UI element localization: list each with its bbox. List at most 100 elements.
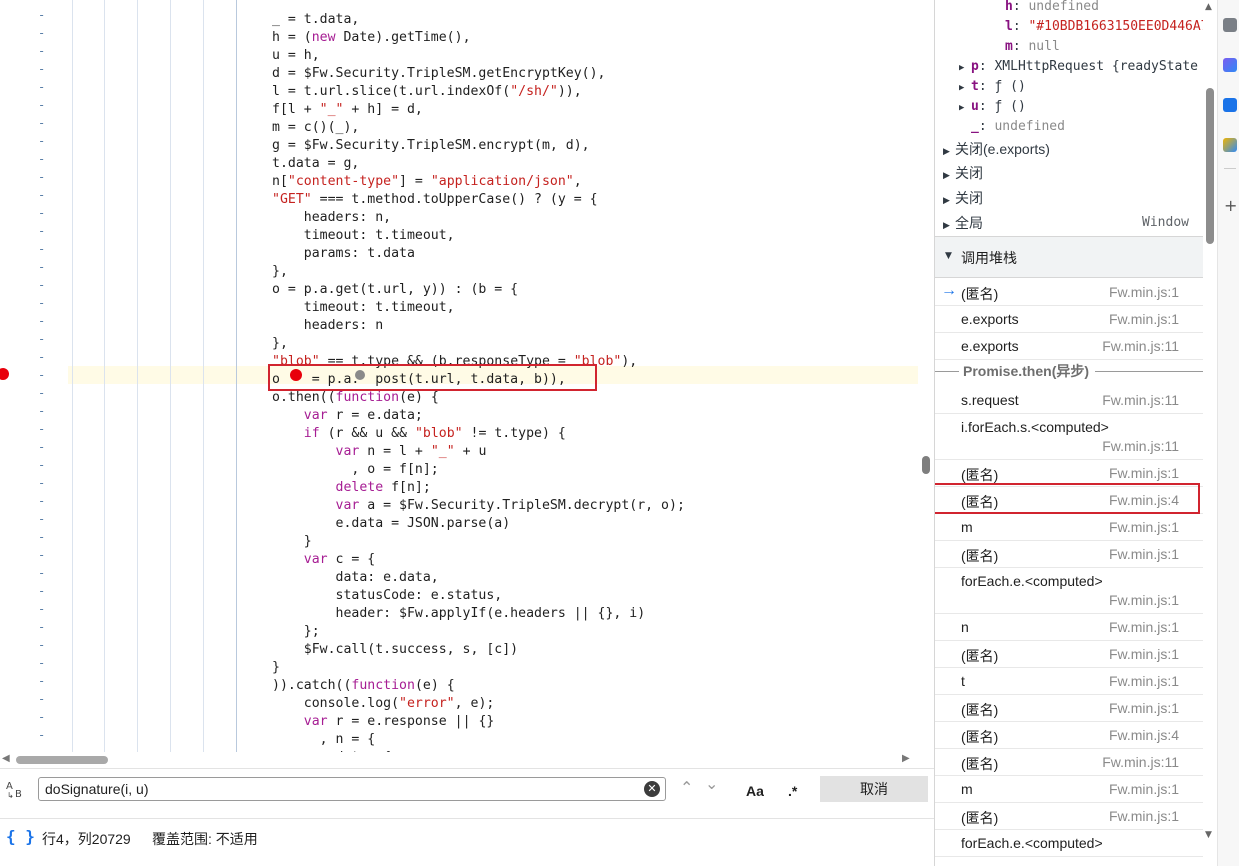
code-line[interactable]: headers: n — [272, 317, 383, 335]
gutter-line-marker[interactable]: - — [38, 188, 45, 202]
gutter-line-marker[interactable]: - — [38, 8, 45, 22]
code-line[interactable]: h = (new Date).getTime(), — [272, 29, 471, 47]
scope-variable-row[interactable]: ▶ u: ƒ () — [959, 97, 1026, 117]
callstack-frame[interactable]: forEach.e.<computed> Fw.min.js:1 — [935, 567, 1203, 614]
expand-triangle-icon[interactable]: ▶ — [959, 98, 971, 118]
scope-variable-row[interactable]: m: null — [1005, 37, 1060, 57]
code-line[interactable]: header: $Fw.applyIf(e.headers || {}, i) — [272, 605, 646, 623]
callstack-frame[interactable]: (匿名) Fw.min.js:1 — [935, 640, 1203, 668]
scope-section[interactable]: ▶ 关闭 — [943, 162, 1195, 184]
code-line[interactable]: }, — [272, 335, 288, 353]
code-line[interactable]: m = c()(_), — [272, 119, 359, 137]
gutter-line-marker[interactable]: - — [38, 44, 45, 58]
gutter-line-marker[interactable]: - — [38, 566, 45, 580]
regex-button[interactable]: .* — [788, 783, 797, 799]
gutter-line-marker[interactable]: - — [38, 692, 45, 706]
scope-variable-row[interactable]: _: undefined — [971, 117, 1065, 137]
code-line[interactable]: params: t.data — [272, 245, 415, 263]
gutter-line-marker[interactable]: - — [38, 710, 45, 724]
code-line[interactable]: } — [272, 659, 280, 677]
code-editor[interactable]: - - - - - - - - - - - - - - - - - - - - - - - - - - - - - - - - - - - - - - - -… — [0, 0, 918, 752]
callstack-frame[interactable]: m Fw.min.js:1 — [935, 775, 1203, 803]
gutter-line-marker[interactable]: - — [38, 134, 45, 148]
scope-variable-row[interactable]: ▶ t: ƒ () — [959, 77, 1026, 97]
callstack-frame[interactable]: forEach.e.<computed> — [935, 829, 1203, 857]
gutter-line-marker[interactable]: - — [38, 728, 45, 742]
code-line[interactable]: )).catch((function(e) { — [272, 677, 455, 695]
code-line[interactable]: headers: n, — [272, 209, 391, 227]
gutter-line-marker[interactable]: - — [38, 170, 45, 184]
scope-section[interactable]: ▶ 全局 Window — [943, 212, 1195, 234]
scroll-right-arrow[interactable]: ▶ — [902, 753, 910, 764]
gutter-line-marker[interactable]: - — [38, 296, 45, 310]
code-line[interactable]: console.log("error", e); — [272, 695, 495, 713]
cancel-button[interactable]: 取消 — [820, 776, 928, 802]
code-line[interactable]: }; — [272, 623, 320, 641]
code-line[interactable]: o = p.a.get(t.url, y)) : (b = { — [272, 281, 518, 299]
add-icon[interactable]: + — [1224, 196, 1237, 215]
callstack-frame[interactable]: → (匿名) Fw.min.js:1 — [935, 278, 1203, 306]
expand-triangle-icon[interactable]: ▶ — [943, 214, 955, 236]
code-line[interactable]: $Fw.call(t.success, s, [c]) — [272, 641, 518, 659]
code-line[interactable]: , n = { — [272, 731, 376, 749]
code-line[interactable]: data: e.data, — [272, 569, 439, 587]
gutter-line-marker[interactable]: - — [38, 476, 45, 490]
code-line[interactable]: statusCode: e.status, — [272, 587, 503, 605]
editor-vertical-scrollbar[interactable] — [918, 0, 934, 752]
code-line[interactable]: delete f[n]; — [272, 479, 431, 497]
gutter-line-marker[interactable]: - — [38, 242, 45, 256]
scope-section[interactable]: ▶ 关闭(e.exports) — [943, 138, 1195, 160]
pretty-print-icon[interactable]: { } — [6, 827, 35, 846]
expand-triangle-icon[interactable]: ▶ — [943, 140, 955, 162]
callstack-frame[interactable]: t Fw.min.js:1 — [935, 667, 1203, 695]
code-line[interactable]: o.then((function(e) { — [272, 389, 439, 407]
scope-variable-row[interactable]: ▶ p: XMLHttpRequest {readyState — [959, 57, 1198, 77]
code-line[interactable]: n["content-type"] = "application/json", — [272, 173, 582, 191]
gutter-line-marker[interactable]: - — [38, 494, 45, 508]
scope-variable-row[interactable]: l: "#10BDB1663150EE0D446A77A0 — [1005, 17, 1203, 37]
gutter-line-marker[interactable]: - — [38, 386, 45, 400]
gutter-line-marker[interactable]: - — [38, 152, 45, 166]
gutter-line-marker[interactable]: - — [38, 314, 45, 328]
gutter-line-marker[interactable]: - — [38, 80, 45, 94]
gutter-line-marker[interactable]: - — [38, 278, 45, 292]
callstack-frame[interactable]: i.forEach.s.<computed> Fw.min.js:11 — [935, 413, 1203, 460]
outlook-icon[interactable] — [1223, 98, 1237, 112]
callstack-frame[interactable]: n Fw.min.js:1 — [935, 613, 1203, 641]
editor-horizontal-scrollbar[interactable]: ◀ ▶ — [0, 752, 918, 768]
inline-breakpoint-inactive[interactable] — [355, 370, 365, 380]
gutter-line-marker[interactable]: - — [38, 224, 45, 238]
gutter-line-marker[interactable]: - — [38, 260, 45, 274]
gutter-line-marker[interactable]: - — [38, 656, 45, 670]
code-line[interactable]: timeout: t.timeout, — [272, 227, 455, 245]
breakpoint-marker[interactable] — [0, 368, 9, 380]
expand-triangle-icon[interactable]: ▶ — [943, 189, 955, 211]
code-line[interactable]: } — [272, 533, 312, 551]
callstack-frame[interactable]: (匿名) Fw.min.js:11 — [935, 748, 1203, 776]
gutter-line-marker[interactable]: - — [38, 674, 45, 688]
gutter-line-marker[interactable]: - — [38, 584, 45, 598]
gutter-line-marker[interactable]: - — [38, 602, 45, 616]
code-line[interactable]: var c = { — [272, 551, 375, 569]
callstack-frame[interactable]: m Fw.min.js:1 — [935, 513, 1203, 541]
expand-triangle-icon[interactable]: ▶ — [959, 78, 971, 98]
gutter-line-marker[interactable]: - — [38, 350, 45, 364]
code-line[interactable]: e.data = JSON.parse(a) — [272, 515, 511, 533]
code-line[interactable]: f[l + "_" + h] = d, — [272, 101, 423, 119]
code-line[interactable]: u = h, — [272, 47, 320, 65]
code-line[interactable]: var a = $Fw.Security.TripleSM.decrypt(r,… — [272, 497, 685, 515]
callstack-frame[interactable]: (匿名) Fw.min.js:1 — [935, 540, 1203, 568]
next-match-icon[interactable]: ⌄ — [705, 774, 718, 793]
callstack-frame[interactable]: (匿名) Fw.min.js:1 — [935, 802, 1203, 830]
sidebar-vertical-scrollbar[interactable]: ▲ ▼ — [1203, 0, 1217, 866]
expand-triangle-icon[interactable]: ▶ — [943, 164, 955, 186]
scroll-thumb[interactable] — [16, 756, 108, 764]
code-line[interactable]: var r = e.data; — [272, 407, 423, 425]
callstack-frame[interactable]: s.request Fw.min.js:11 — [935, 386, 1203, 414]
gutter-line-marker[interactable]: - — [38, 98, 45, 112]
scope-section[interactable]: ▶ 关闭 — [943, 187, 1195, 209]
gutter-line-marker[interactable]: - — [38, 332, 45, 346]
code-line[interactable]: _ = t.data, — [272, 11, 359, 29]
gutter-line-marker[interactable]: - — [38, 422, 45, 436]
callstack-header[interactable]: ▼ 调用堆栈 — [935, 236, 1203, 278]
